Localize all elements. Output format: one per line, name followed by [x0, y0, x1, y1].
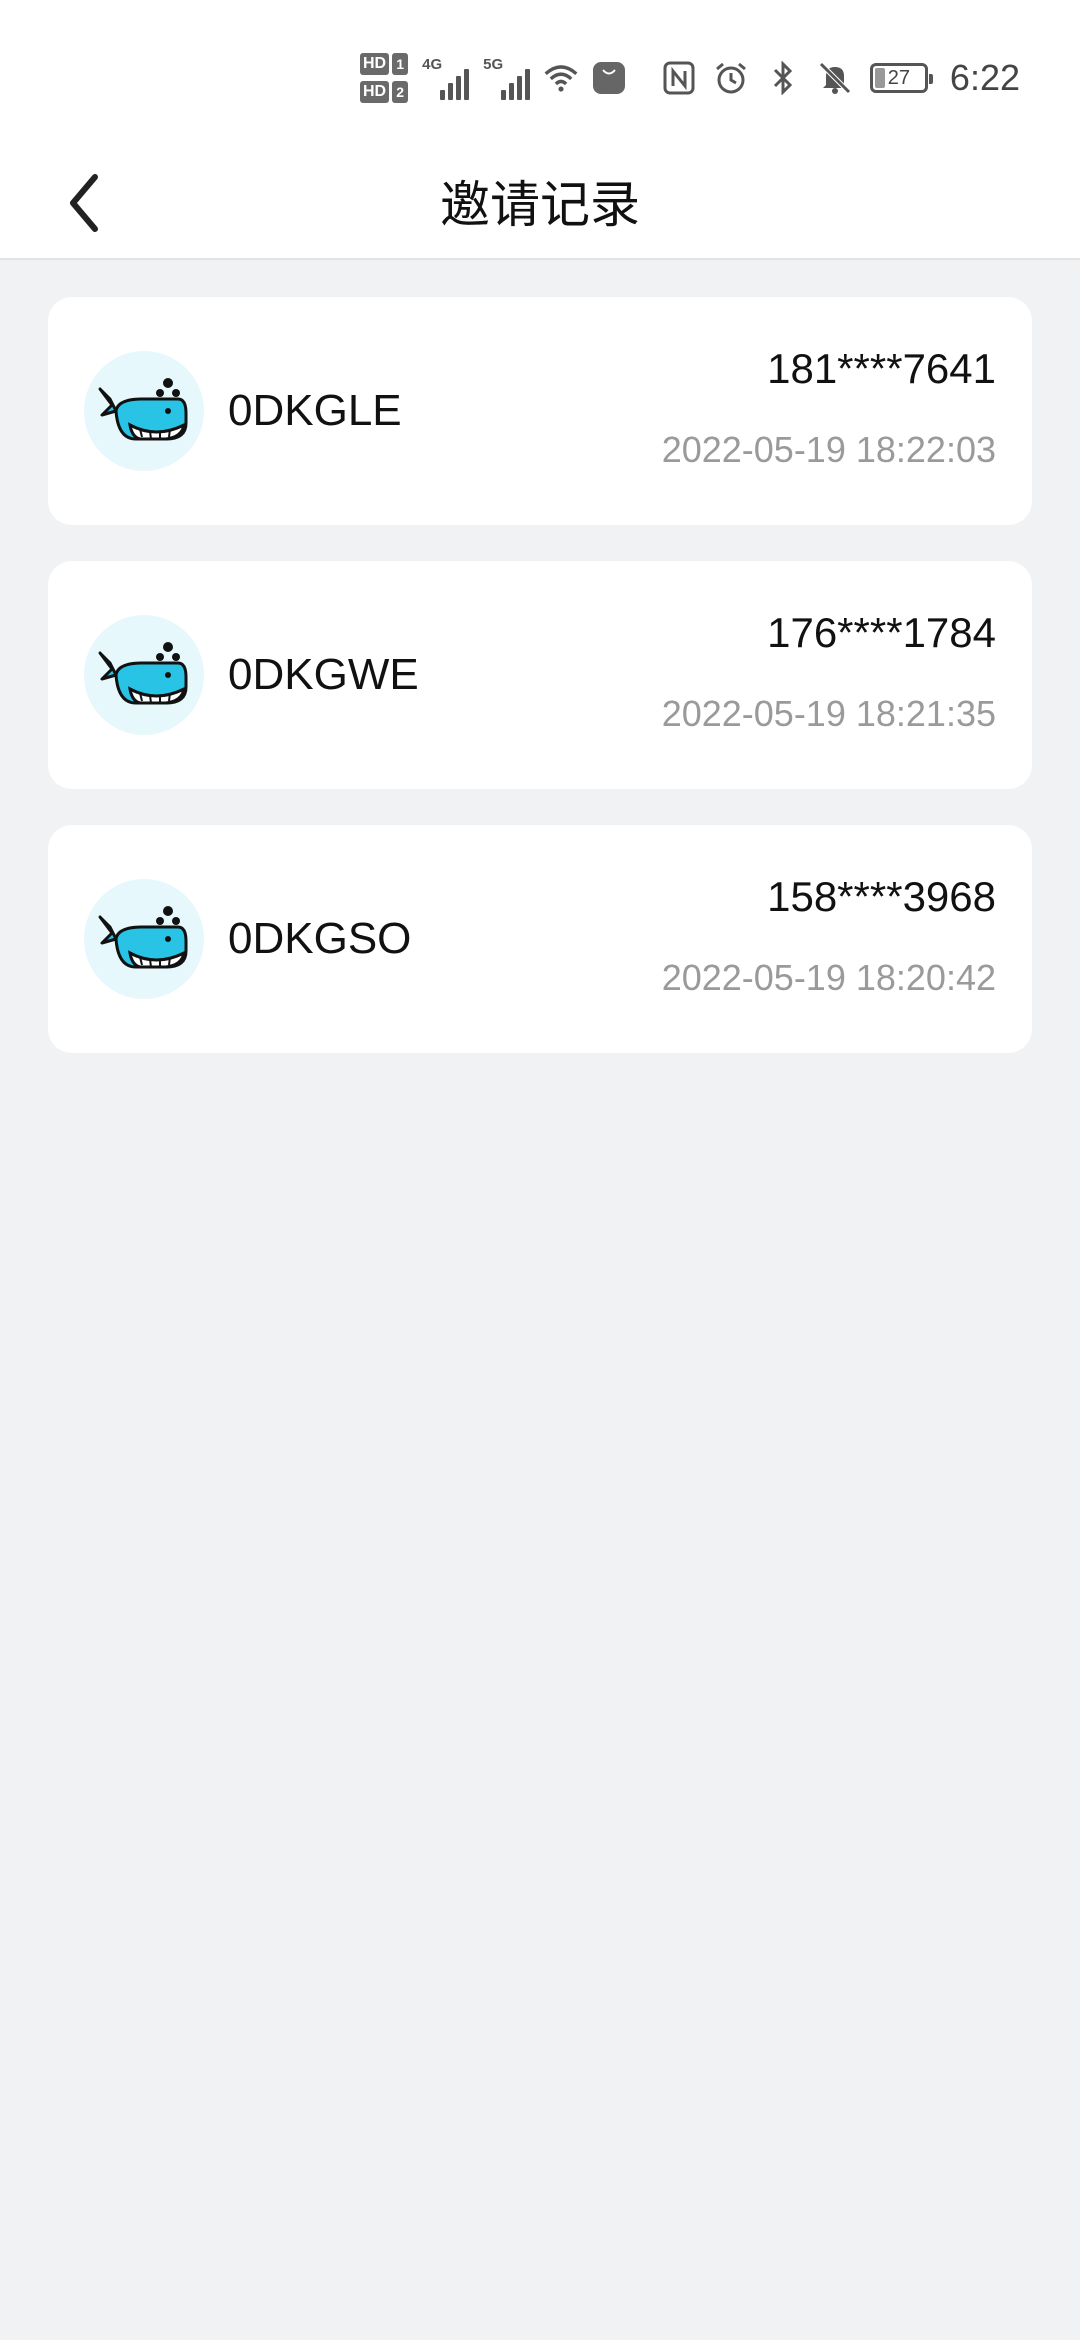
invite-time: 2022-05-19 18:22:03	[661, 429, 996, 470]
record-card[interactable]: 0DKGLE 181****7641 2022-05-19 18:22:03	[48, 297, 1032, 525]
invite-code: 0DKGWE	[228, 650, 419, 699]
invite-code: 0DKGLE	[228, 386, 402, 435]
nav-header: 邀请记录	[0, 150, 1080, 260]
bluetooth-icon	[766, 61, 800, 95]
hd-badge-1: HD	[360, 53, 390, 75]
invite-time: 2022-05-19 18:20:42	[661, 957, 996, 998]
whale-icon	[96, 897, 192, 981]
signal-4g-label: 4G	[422, 56, 443, 73]
alarm-icon	[714, 61, 748, 95]
bell-off-icon	[818, 61, 852, 95]
battery-level: 27	[887, 66, 911, 89]
nfc-icon	[662, 61, 696, 95]
status-bar: HD 1 HD 2 4G 5G 27 6:22	[0, 0, 1080, 150]
record-card[interactable]: 0DKGSO 158****3968 2022-05-19 18:20:42	[48, 825, 1032, 1053]
phone-number: 158****3968	[767, 873, 996, 920]
sim-2-badge: 2	[392, 81, 409, 103]
wifi-icon	[544, 61, 578, 95]
avatar	[84, 615, 204, 735]
whale-icon	[96, 633, 192, 717]
status-right: 27 6:22	[662, 56, 1020, 100]
sim-indicators: HD 1 HD 2	[360, 53, 409, 103]
signal-4g-icon: 4G	[422, 56, 470, 100]
phone-number: 181****7641	[767, 345, 996, 392]
avatar	[84, 879, 204, 999]
page-title: 邀请记录	[440, 176, 640, 234]
invite-record-list: 0DKGLE 181****7641 2022-05-19 18:22:03 0…	[48, 297, 1032, 1089]
whale-icon	[96, 369, 192, 453]
signal-5g-icon: 5G	[483, 56, 531, 100]
battery-icon: 27	[869, 63, 933, 93]
invite-code: 0DKGSO	[228, 914, 412, 963]
record-card[interactable]: 0DKGWE 176****1784 2022-05-19 18:21:35	[48, 561, 1032, 789]
hd-badge-2: HD	[360, 81, 390, 103]
signal-5g-label: 5G	[483, 56, 504, 73]
sim-1-badge: 1	[392, 53, 409, 75]
status-left: HD 1 HD 2 4G 5G	[360, 48, 626, 108]
app-store-icon	[592, 61, 626, 95]
invite-time: 2022-05-19 18:21:35	[661, 693, 996, 734]
avatar	[84, 351, 204, 471]
phone-number: 176****1784	[767, 609, 996, 656]
clock: 6:22	[949, 57, 1020, 98]
